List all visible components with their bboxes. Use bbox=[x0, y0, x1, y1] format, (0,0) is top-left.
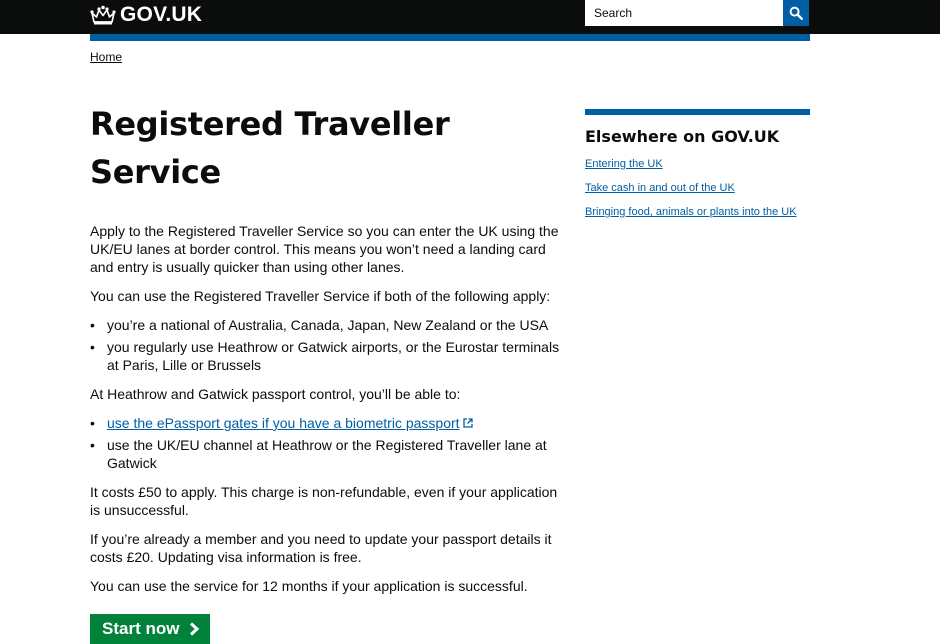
cost-paragraph: It costs £50 to apply. This charge is no… bbox=[90, 484, 558, 518]
search-form bbox=[585, 0, 809, 26]
search-button[interactable] bbox=[783, 0, 809, 26]
conditions-lead: You can use the Registered Traveller Ser… bbox=[90, 288, 551, 304]
list-item: Bringing food, animals or plants into th… bbox=[585, 205, 810, 219]
search-input[interactable] bbox=[585, 0, 783, 26]
arrow-right-icon bbox=[189, 622, 200, 636]
list-item: Entering the UK bbox=[585, 157, 810, 171]
related-heading: Elsewhere on GOV.UK bbox=[585, 127, 780, 146]
related-list: Entering the UK Take cash in and out of … bbox=[585, 157, 810, 219]
related-links: Elsewhere on GOV.UK Entering the UK Take… bbox=[585, 109, 810, 229]
header-blue-bar bbox=[90, 34, 810, 41]
crown-icon bbox=[90, 5, 116, 25]
list-item: use the ePassport gates if you have a bi… bbox=[90, 414, 564, 432]
benefits-list: use the ePassport gates if you have a bi… bbox=[90, 414, 564, 472]
benefits-lead: At Heathrow and Gatwick passport control… bbox=[90, 386, 461, 402]
logo-text: GOV.UK bbox=[120, 3, 203, 26]
related-link-bringing-food[interactable]: Bringing food, animals or plants into th… bbox=[585, 206, 797, 218]
list-item: you regularly use Heathrow or Gatwick ai… bbox=[90, 338, 564, 374]
start-now-button[interactable]: Start now bbox=[90, 614, 211, 644]
main-content: Registered Traveller Service Apply to th… bbox=[90, 100, 564, 644]
list-item: use the UK/EU channel at Heathrow or the… bbox=[90, 436, 564, 472]
conditions-list: you’re a national of Australia, Canada, … bbox=[90, 316, 564, 374]
list-item: you’re a national of Australia, Canada, … bbox=[90, 316, 564, 334]
body-text: Apply to the Registered Traveller Servic… bbox=[90, 222, 564, 595]
site-header: GOV.UK bbox=[0, 0, 940, 34]
related-link-entering-uk[interactable]: Entering the UK bbox=[585, 158, 663, 170]
breadcrumb-home-link[interactable]: Home bbox=[90, 50, 122, 64]
intro-paragraph: Apply to the Registered Traveller Servic… bbox=[90, 223, 559, 275]
start-now-label: Start now bbox=[102, 619, 180, 638]
search-icon bbox=[789, 6, 803, 20]
epassport-gates-link[interactable]: use the ePassport gates if you have a bi… bbox=[107, 415, 473, 431]
epassport-gates-link-text: use the ePassport gates if you have a bi… bbox=[107, 415, 460, 431]
govuk-logo-link[interactable]: GOV.UK bbox=[90, 3, 202, 27]
update-paragraph: If you’re already a member and you need … bbox=[90, 531, 552, 565]
breadcrumb: Home bbox=[90, 50, 122, 64]
external-link-icon bbox=[462, 418, 473, 428]
list-item: Take cash in and out of the UK bbox=[585, 181, 810, 195]
related-link-take-cash[interactable]: Take cash in and out of the UK bbox=[585, 182, 735, 194]
page-title: Registered Traveller Service bbox=[90, 105, 450, 191]
duration-paragraph: You can use the service for 12 months if… bbox=[90, 578, 528, 594]
